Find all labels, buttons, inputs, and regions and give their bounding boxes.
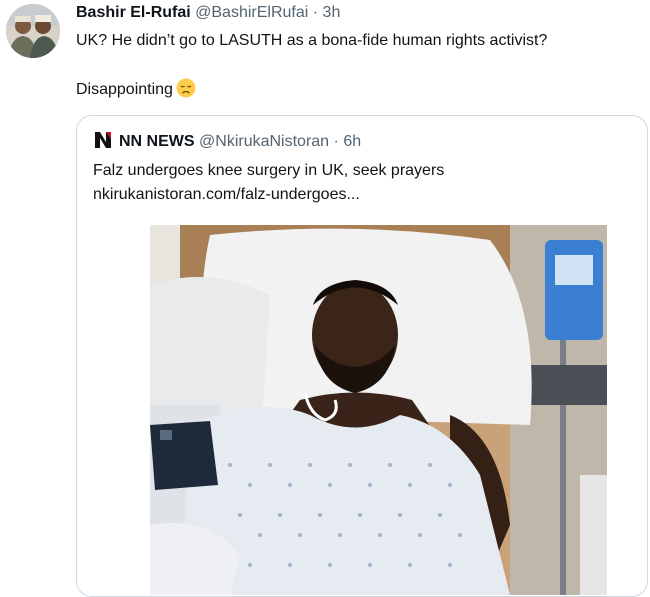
separator-dot: · [312, 4, 319, 21]
quoted-tweet[interactable]: NN NEWS @NkirukaNistoran · 6h Falz under… [76, 115, 648, 597]
quoted-tweet-header: NN NEWS @NkirukaNistoran · 6h [93, 130, 361, 152]
quoted-source-handle[interactable]: @NkirukaNistoran [199, 133, 329, 150]
tweet-text-line2: Disappointing [76, 78, 196, 100]
tweet-text-disappointing: Disappointing [76, 81, 173, 98]
tweet-header: Bashir El-Rufai @BashirElRufai · 3h [76, 3, 340, 23]
nn-news-logo-icon [93, 130, 113, 150]
author-avatar[interactable] [6, 4, 60, 58]
tweet-time[interactable]: 3h [323, 4, 341, 21]
disappointed-face-icon [176, 78, 196, 98]
quoted-link[interactable]: nkirukanistoran.com/falz-undergoes... [93, 185, 360, 205]
tweet-text-line1: UK? He didn’t go to LASUTH as a bona-fid… [76, 32, 548, 49]
author-name[interactable]: Bashir El-Rufai [76, 4, 191, 21]
quoted-media-image[interactable] [150, 225, 607, 595]
separator-dot: · [333, 133, 339, 150]
tweet[interactable]: Bashir El-Rufai @BashirElRufai · 3h UK? … [0, 0, 650, 597]
author-handle[interactable]: @BashirElRufai [195, 4, 308, 21]
quoted-headline: Falz undergoes knee surgery in UK, seek … [93, 162, 445, 179]
quoted-source-name[interactable]: NN NEWS [119, 133, 195, 150]
quoted-tweet-time[interactable]: 6h [343, 133, 361, 150]
